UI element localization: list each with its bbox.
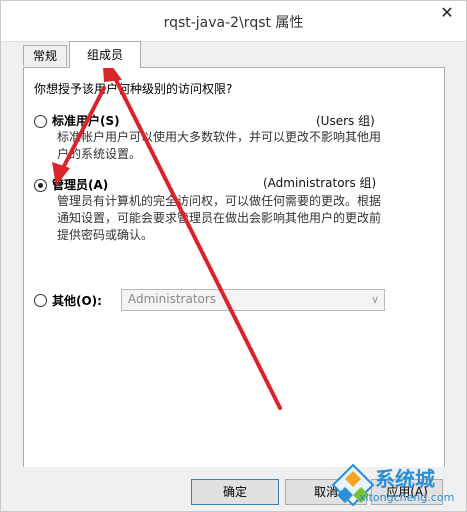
administrator-description: 管理员有计算机的完全访问权，可以做任何需要的更改。根据 通知设置，可能会要求管理… [57,193,381,244]
administrators-group-note: (Administrators 组) [263,176,377,190]
description-line: 通知设置，可能会要求管理员在做出会影响其他用户的更改前 [57,211,382,225]
select-value: Administrators [128,292,217,306]
tab-general[interactable]: 常规 [23,45,67,66]
group-membership-panel: 你想授予该用户何种级别的访问权限? 标准用户(S) (Users 组) 标准帐户… [23,67,445,469]
description-line: 提供密码或确认。 [57,228,154,242]
other-label[interactable]: 其他(O): [52,292,102,309]
standard-user-description: 标准帐户用户可以使用大多数软件，并可以更改不影响其他用 户的系统设置。 [57,129,381,163]
standard-user-radio[interactable] [34,115,47,128]
other-group-select[interactable]: Administrators ∨ [121,289,385,311]
access-level-question: 你想授予该用户何种级别的访问权限? [34,82,233,96]
chevron-down-icon: ∨ [370,293,379,306]
description-line: 户的系统设置。 [57,147,142,161]
description-line: 标准帐户用户可以使用大多数软件，并可以更改不影响其他用 [57,130,382,144]
title-bar: rqst-java-2\rqst 属性 ✕ [1,1,466,42]
standard-user-label[interactable]: 标准用户(S) [52,112,120,129]
watermark-title: 系统城 [375,467,435,491]
close-icon[interactable]: ✕ [432,1,462,25]
administrator-label[interactable]: 管理员(A) [52,176,108,193]
window-title: rqst-java-2\rqst 属性 [163,15,304,31]
ok-button[interactable]: 确定 [191,479,279,505]
description-line: 管理员有计算机的完全访问权，可以做任何需要的更改。根据 [57,194,382,208]
other-radio[interactable] [34,294,47,307]
tab-group-membership[interactable]: 组成员 [69,41,141,68]
watermark: 系统城 xitongcheng.com [331,459,465,511]
users-group-note: (Users 组) [316,114,375,128]
watermark-url: xitongcheng.com [359,491,455,504]
properties-dialog: rqst-java-2\rqst 属性 ✕ 常规 组成员 你想授予该用户何种级别… [0,0,467,512]
administrator-radio[interactable] [34,179,47,192]
